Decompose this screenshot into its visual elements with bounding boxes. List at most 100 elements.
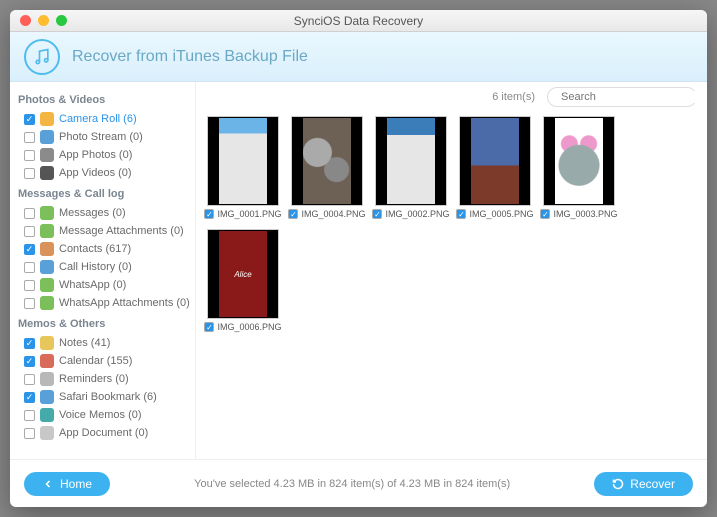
checkbox-icon[interactable] [24, 428, 35, 439]
sidebar-item-label: Message Attachments (0) [59, 225, 184, 237]
sidebar-item-app-photos[interactable]: App Photos (0) [18, 146, 191, 164]
thumbnail-label: IMG_0002.PNG [385, 209, 449, 219]
home-button[interactable]: Home [24, 472, 110, 496]
sidebar: Photos & Videos ✓ Camera Roll (6) Photo S… [10, 82, 195, 459]
checkbox-icon[interactable]: ✓ [24, 244, 35, 255]
checkbox-icon[interactable]: ✓ [372, 209, 382, 219]
sidebar-item-label: Call History (0) [59, 261, 132, 273]
search-box[interactable] [547, 87, 697, 107]
checkbox-icon[interactable]: ✓ [288, 209, 298, 219]
sidebar-item-notes[interactable]: ✓ Notes (41) [18, 334, 191, 352]
sidebar-item-label: App Videos (0) [59, 167, 132, 179]
recover-button-label: Recover [630, 477, 675, 491]
thumbnail-item[interactable]: ✓IMG_0004.PNG [290, 116, 364, 219]
thumbnail-item[interactable]: ✓IMG_0001.PNG [206, 116, 280, 219]
checkbox-icon[interactable]: ✓ [24, 356, 35, 367]
main-panel: 6 item(s) ✓IMG_0001.PNG ✓IMG_0004.PNG ✓I… [195, 82, 707, 459]
toolbar: 6 item(s) [196, 82, 707, 112]
thumbnail-item[interactable]: Alice ✓IMG_0006.PNG [206, 229, 280, 332]
sidebar-item-label: WhatsApp (0) [59, 279, 126, 291]
sidebar-item-label: Voice Memos (0) [59, 409, 142, 421]
sidebar-item-whatsapp-attach[interactable]: WhatsApp Attachments (0) [18, 294, 191, 312]
thumbnail-label: IMG_0001.PNG [217, 209, 281, 219]
checkbox-icon[interactable] [24, 132, 35, 143]
sidebar-item-label: Reminders (0) [59, 373, 129, 385]
checkbox-icon[interactable]: ✓ [540, 209, 550, 219]
checkbox-icon[interactable] [24, 150, 35, 161]
sidebar-item-app-document[interactable]: App Document (0) [18, 424, 191, 442]
thumbnail-item[interactable]: ✓IMG_0002.PNG [374, 116, 448, 219]
thumbnail-frame: Alice [207, 229, 279, 319]
calendar-icon [40, 354, 54, 368]
whatsapp-attach-icon [40, 296, 54, 310]
whatsapp-icon [40, 278, 54, 292]
checkbox-icon[interactable] [24, 168, 35, 179]
search-input[interactable] [561, 91, 703, 103]
sidebar-item-label: App Document (0) [59, 427, 148, 439]
checkbox-icon[interactable] [24, 262, 35, 273]
sidebar-category: Photos & Videos [18, 94, 191, 106]
checkbox-icon[interactable] [24, 226, 35, 237]
photo-icon [40, 130, 54, 144]
voice-icon [40, 408, 54, 422]
sidebar-item-photo-stream[interactable]: Photo Stream (0) [18, 128, 191, 146]
home-button-label: Home [60, 477, 92, 491]
checkbox-icon[interactable] [24, 374, 35, 385]
sidebar-item-contacts[interactable]: ✓Contacts (617) [18, 240, 191, 258]
footer: Home You've selected 4.23 MB in 824 item… [10, 459, 707, 507]
document-icon [40, 426, 54, 440]
thumbnail-frame [375, 116, 447, 206]
thumbnail-frame [207, 116, 279, 206]
thumbnail-label: IMG_0006.PNG [217, 322, 281, 332]
recover-button[interactable]: Recover [594, 472, 693, 496]
contacts-icon [40, 242, 54, 256]
sidebar-item-label: Safari Bookmark (6) [59, 391, 157, 403]
sidebar-item-voice-memos[interactable]: Voice Memos (0) [18, 406, 191, 424]
content-body: Photos & Videos ✓ Camera Roll (6) Photo S… [10, 82, 707, 459]
checkbox-icon[interactable]: ✓ [24, 114, 35, 125]
checkbox-icon[interactable]: ✓ [204, 322, 214, 332]
checkbox-icon[interactable]: ✓ [204, 209, 214, 219]
reminders-icon [40, 372, 54, 386]
checkbox-icon[interactable] [24, 298, 35, 309]
checkbox-icon[interactable] [24, 208, 35, 219]
thumbnail-label: IMG_0004.PNG [301, 209, 365, 219]
phone-icon [40, 260, 54, 274]
sidebar-item-reminders[interactable]: Reminders (0) [18, 370, 191, 388]
sidebar-item-camera-roll[interactable]: ✓ Camera Roll (6) [18, 110, 191, 128]
sidebar-item-app-videos[interactable]: App Videos (0) [18, 164, 191, 182]
sidebar-item-label: Camera Roll (6) [59, 113, 137, 125]
attachment-icon [40, 224, 54, 238]
sidebar-item-label: Photo Stream (0) [59, 131, 143, 143]
checkbox-icon[interactable] [24, 410, 35, 421]
safari-icon [40, 390, 54, 404]
app-photos-icon [40, 148, 54, 162]
thumbnail-frame [291, 116, 363, 206]
thumbnail-item[interactable]: ✓IMG_0003.PNG [542, 116, 616, 219]
checkbox-icon[interactable]: ✓ [24, 338, 35, 349]
page-header: Recover from iTunes Backup File [10, 32, 707, 82]
sidebar-item-label: Notes (41) [59, 337, 110, 349]
sidebar-item-safari-bookmark[interactable]: ✓ Safari Bookmark (6) [18, 388, 191, 406]
music-note-icon [24, 39, 60, 75]
sidebar-category: Messages & Call log [18, 188, 191, 200]
thumbnail-item[interactable]: ✓IMG_0005.PNG [458, 116, 532, 219]
sidebar-item-messages[interactable]: Messages (0) [18, 204, 191, 222]
camera-icon [40, 112, 54, 126]
app-window: SynciOS Data Recovery Recover from iTune… [10, 10, 707, 507]
thumbnail-label: IMG_0005.PNG [469, 209, 533, 219]
messages-icon [40, 206, 54, 220]
window-title: SynciOS Data Recovery [10, 14, 707, 28]
video-icon [40, 166, 54, 180]
checkbox-icon[interactable]: ✓ [24, 392, 35, 403]
sidebar-category: Memos & Others [18, 318, 191, 330]
checkbox-icon[interactable]: ✓ [456, 209, 466, 219]
sidebar-item-call-history[interactable]: Call History (0) [18, 258, 191, 276]
sidebar-item-label: Messages (0) [59, 207, 126, 219]
sidebar-item-calendar[interactable]: ✓Calendar (155) [18, 352, 191, 370]
sidebar-item-label: App Photos (0) [59, 149, 132, 161]
sidebar-item-msg-attach[interactable]: Message Attachments (0) [18, 222, 191, 240]
sidebar-item-whatsapp[interactable]: WhatsApp (0) [18, 276, 191, 294]
thumbnail-frame [459, 116, 531, 206]
checkbox-icon[interactable] [24, 280, 35, 291]
